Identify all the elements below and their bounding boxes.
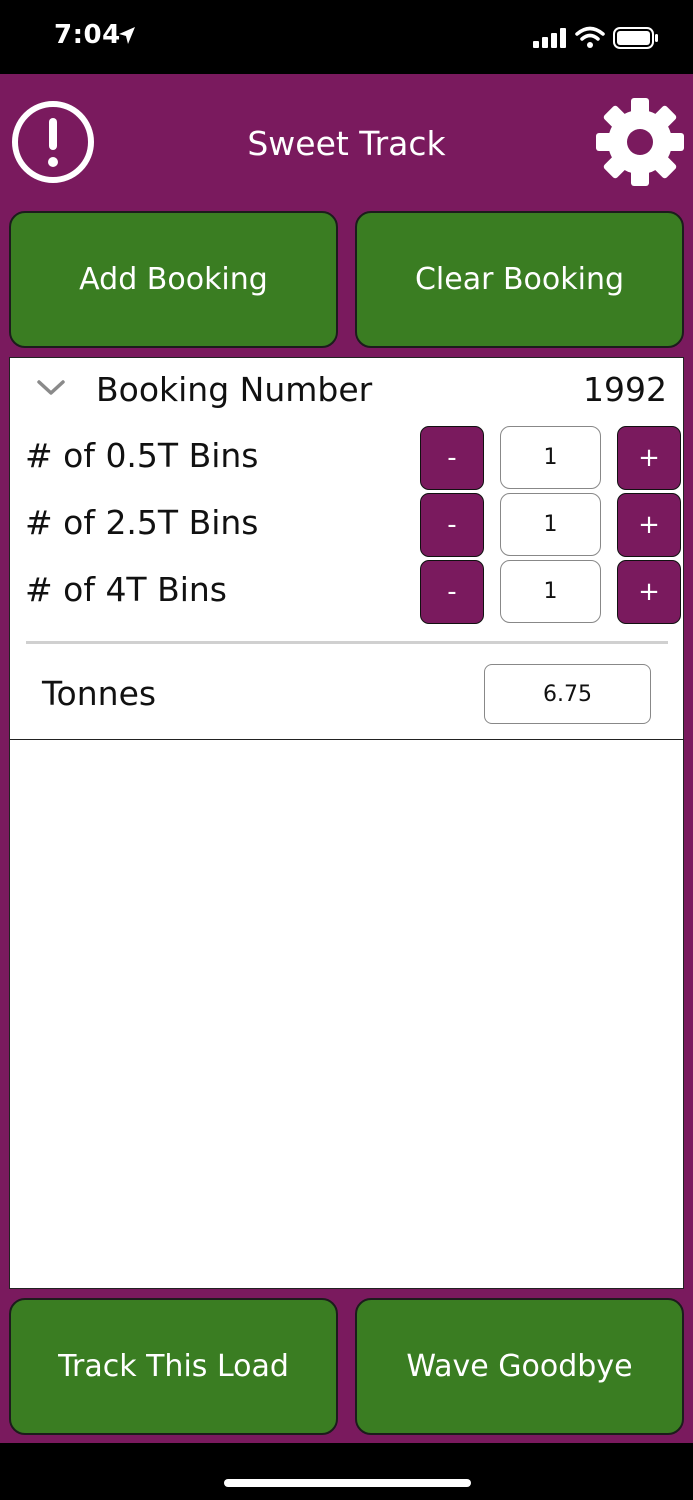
decrement-button[interactable]: -: [420, 560, 484, 624]
booking-panel: Booking Number 1992 # of 0.5T Bins - 1 +…: [9, 357, 684, 1289]
status-time: 7:04: [54, 20, 121, 50]
decrement-button[interactable]: -: [420, 493, 484, 557]
increment-button[interactable]: +: [617, 493, 681, 557]
booking-header[interactable]: Booking Number 1992: [10, 358, 683, 424]
tonnes-label: Tonnes: [42, 674, 157, 713]
bin-label: # of 2.5T Bins: [25, 503, 259, 542]
bin-row-4t: # of 4T Bins - 1 +: [10, 560, 683, 624]
quantity-field[interactable]: 1: [500, 426, 601, 489]
bin-label: # of 4T Bins: [25, 570, 227, 609]
booking-number-value: 1992: [583, 370, 667, 409]
quantity-field[interactable]: 1: [500, 560, 601, 623]
bin-row-0-5t: # of 0.5T Bins - 1 +: [10, 426, 683, 490]
booking-number-label: Booking Number: [96, 370, 373, 409]
location-arrow-icon: [118, 26, 136, 50]
quantity-field[interactable]: 1: [500, 493, 601, 556]
header: Sweet Track: [0, 74, 693, 212]
app-frame: Sweet Track Add Booking Clear Booking Bo…: [0, 74, 693, 1443]
increment-button[interactable]: +: [617, 560, 681, 624]
increment-button[interactable]: +: [617, 426, 681, 490]
clear-booking-button[interactable]: Clear Booking: [355, 211, 684, 348]
chevron-down-icon[interactable]: [36, 378, 66, 402]
battery-icon: [613, 27, 659, 53]
status-bar: 7:04: [0, 0, 693, 74]
divider: [26, 641, 668, 644]
tonnes-row: Tonnes 6.75: [10, 658, 683, 740]
bin-label: # of 0.5T Bins: [25, 436, 259, 475]
wifi-icon: [575, 26, 605, 52]
bin-row-2-5t: # of 2.5T Bins - 1 +: [10, 493, 683, 557]
track-load-button[interactable]: Track This Load: [9, 1298, 338, 1435]
page-title: Sweet Track: [247, 124, 446, 163]
wave-goodbye-button[interactable]: Wave Goodbye: [355, 1298, 684, 1435]
home-bar-area: [0, 1443, 693, 1500]
decrement-button[interactable]: -: [420, 426, 484, 490]
signal-icon: [533, 28, 567, 52]
add-booking-button[interactable]: Add Booking: [9, 211, 338, 348]
tonnes-field[interactable]: 6.75: [484, 664, 651, 724]
home-indicator[interactable]: [224, 1479, 471, 1487]
gear-icon[interactable]: [594, 96, 686, 188]
